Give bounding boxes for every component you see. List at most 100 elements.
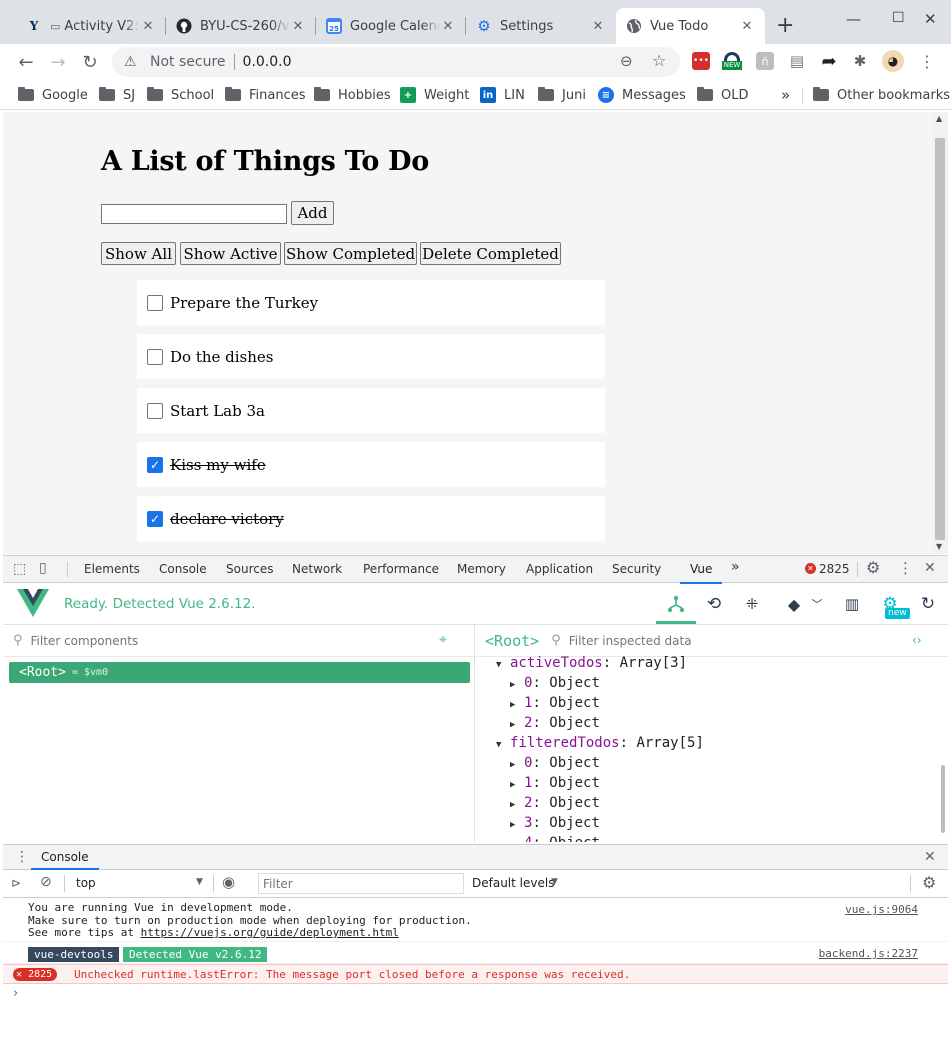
extension-red-icon[interactable]: ••• <box>692 52 710 70</box>
tab-application[interactable]: Application <box>526 562 593 576</box>
tab-console-drawer[interactable]: Console <box>41 850 89 864</box>
close-drawer-icon[interactable]: ✕ <box>924 849 936 865</box>
deployment-link[interactable]: https://vuejs.org/guide/deployment.html <box>141 926 399 939</box>
new-tab-button[interactable]: + <box>776 13 794 38</box>
tree-node[interactable]: ▶ 2: Object <box>510 795 600 811</box>
tab-console[interactable]: Console <box>159 562 207 576</box>
add-button[interactable]: Add <box>291 201 334 225</box>
console-prompt-icon[interactable]: › <box>13 986 18 1001</box>
tree-node[interactable]: ▶4: Object <box>510 835 600 842</box>
bookmark-finances[interactable]: Finances <box>225 85 306 105</box>
extension-printer-icon[interactable]: ▤ <box>788 52 806 70</box>
todo-checkbox[interactable] <box>147 294 163 311</box>
more-tabs-chevron-icon[interactable]: » <box>731 559 740 575</box>
tab-vue[interactable]: Vue <box>679 562 723 584</box>
zoom-icon[interactable]: ⊖ <box>620 52 633 70</box>
extension-new-icon[interactable]: NEW <box>721 52 743 70</box>
inspect-cursor-icon[interactable]: ⬚ <box>13 561 26 577</box>
inspector-scrollbar[interactable] <box>941 765 945 833</box>
more-bookmarks-chevron-icon[interactable]: » <box>781 85 790 105</box>
browser-tab-activity[interactable]: Y ▭ Activity V2: T ✕ <box>16 8 166 44</box>
tab-memory[interactable]: Memory <box>457 562 506 576</box>
tab-security[interactable]: Security <box>612 562 661 576</box>
todo-checkbox[interactable]: ✓ <box>147 510 163 527</box>
bookmark-school[interactable]: School <box>147 85 214 105</box>
performance-chart-icon[interactable]: ▥ <box>841 593 863 615</box>
address-bar[interactable]: ⚠ Not secure 0.0.0.0 ⊖ ☆ <box>112 47 680 77</box>
close-devtools-icon[interactable]: ✕ <box>924 560 936 576</box>
scroll-down-icon[interactable]: ▼ <box>936 542 942 551</box>
scroll-up-icon[interactable]: ▲ <box>936 114 942 123</box>
tab-sources[interactable]: Sources <box>226 562 273 576</box>
puzzle-icon[interactable]: ✱ <box>851 52 869 70</box>
browser-tab-calendar[interactable]: 25 Google Calenda ✕ <box>316 8 466 44</box>
vuex-dots-icon[interactable]: ⁜ <box>741 593 763 615</box>
filter-components-input[interactable] <box>30 633 411 648</box>
tree-node[interactable]: ▶ 3: Object <box>510 815 600 831</box>
context-select[interactable]: top <box>76 876 96 890</box>
tree-node-filtered-todos[interactable]: ▼ filteredTodos: Array[5] <box>496 735 704 751</box>
bookmark-messages[interactable]: ≡ Messages <box>598 85 686 105</box>
bookmark-juni[interactable]: Juni <box>538 85 586 105</box>
bookmark-old[interactable]: OLD <box>697 85 749 105</box>
show-completed-button[interactable]: Show Completed <box>284 242 417 265</box>
more-options-icon[interactable]: ⋮ <box>898 559 913 577</box>
star-icon[interactable]: ☆ <box>652 51 666 70</box>
scrollbar-thumb[interactable] <box>935 138 945 540</box>
filter-inspected-input[interactable] <box>568 633 869 648</box>
tree-node[interactable]: ▶ 0: Object <box>510 755 600 771</box>
bookmark-hobbies[interactable]: Hobbies <box>314 85 391 105</box>
close-icon[interactable]: ✕ <box>290 19 306 34</box>
history-icon[interactable]: ⟲ <box>703 593 725 615</box>
device-toolbar-icon[interactable]: ▯ <box>39 560 47 576</box>
forward-arrow-icon[interactable]: → <box>46 50 70 74</box>
bookmark-sj[interactable]: SJ <box>99 85 135 105</box>
maximize-icon[interactable]: ☐ <box>892 10 905 26</box>
bookmark-weight[interactable]: + Weight <box>400 85 469 105</box>
console-settings-icon[interactable]: ⚙ <box>922 873 936 892</box>
dropdown-arrow-icon[interactable]: ▼ <box>196 877 203 887</box>
bookmark-google[interactable]: Google <box>18 85 88 105</box>
show-active-button[interactable]: Show Active <box>180 242 281 265</box>
clear-console-icon[interactable]: ⊘ <box>40 874 52 890</box>
close-icon[interactable]: ✕ <box>440 19 456 34</box>
back-arrow-icon[interactable]: ← <box>14 50 38 74</box>
todo-checkbox[interactable] <box>147 402 163 419</box>
refresh-icon[interactable]: ↻ <box>917 593 939 615</box>
settings-gear-icon[interactable]: ⚙ <box>866 558 880 577</box>
reload-icon[interactable]: ↻ <box>78 50 102 74</box>
close-icon[interactable]: ✕ <box>590 19 606 34</box>
select-target-icon[interactable]: ⌖ <box>439 632 447 648</box>
close-icon[interactable]: ✕ <box>140 19 156 34</box>
show-all-button[interactable]: Show All <box>101 242 176 265</box>
todo-checkbox[interactable]: ✓ <box>147 456 163 473</box>
components-tree-icon[interactable] <box>665 593 687 615</box>
eye-icon[interactable]: ◉ <box>222 873 235 891</box>
close-icon[interactable]: ✕ <box>739 19 755 34</box>
delete-completed-button[interactable]: Delete Completed <box>420 242 561 265</box>
todo-input[interactable] <box>101 204 287 224</box>
source-link[interactable]: backend.js:2237 <box>819 947 918 960</box>
tab-network[interactable]: Network <box>292 562 342 576</box>
drawer-menu-icon[interactable]: ⋮ <box>15 849 29 865</box>
minimize-icon[interactable]: — <box>846 10 861 28</box>
browser-tab-settings[interactable]: ⚙ Settings ✕ <box>466 8 616 44</box>
other-bookmarks[interactable]: Other bookmarks <box>813 85 950 105</box>
tree-node-active-todos[interactable]: ▼ activeTodos: Array[3] <box>496 655 687 671</box>
source-link[interactable]: vue.js:9064 <box>845 903 918 916</box>
page-scrollbar[interactable]: ▲ ▼ <box>933 112 948 554</box>
tree-node[interactable]: ▶ 1: Object <box>510 695 600 711</box>
console-filter-input[interactable] <box>258 873 464 894</box>
tree-node[interactable]: ▶ 0: Object <box>510 675 600 691</box>
tab-performance[interactable]: Performance <box>363 562 439 576</box>
extension-grey-icon[interactable]: ñ <box>756 52 774 70</box>
todo-checkbox[interactable] <box>147 348 163 365</box>
sidebar-toggle-icon[interactable]: ⊳ <box>11 876 21 890</box>
share-arrow-icon[interactable]: ➦ <box>820 51 838 72</box>
open-source-icon[interactable]: ‹› <box>912 633 922 647</box>
chevron-down-icon[interactable]: ﹀ <box>806 593 828 615</box>
close-window-icon[interactable]: ✕ <box>924 10 937 28</box>
log-levels-select[interactable]: Default levels <box>472 876 554 890</box>
tree-node[interactable]: ▶ 2: Object <box>510 715 600 731</box>
more-menu-icon[interactable]: ⋮ <box>918 52 936 71</box>
